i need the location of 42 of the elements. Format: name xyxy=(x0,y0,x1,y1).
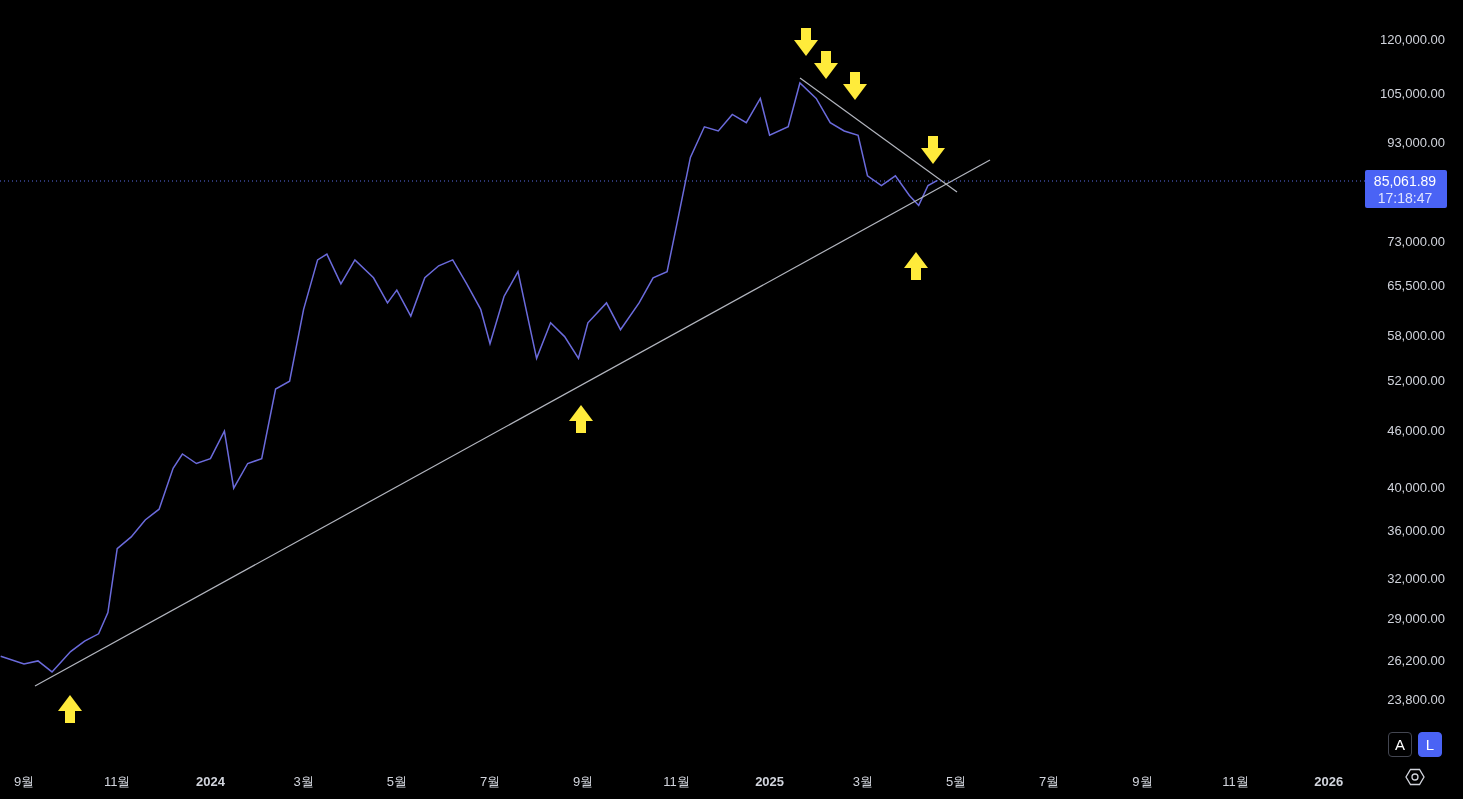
time-axis-label: 7월 xyxy=(1039,774,1060,789)
price-label: 85,061.89 xyxy=(1373,173,1437,189)
price-axis-label: 65,500.00 xyxy=(1387,278,1445,293)
price-axis-label: 73,000.00 xyxy=(1387,234,1445,249)
price-axis-label: 120,000.00 xyxy=(1379,32,1445,47)
arrow-up-icon xyxy=(569,405,593,433)
time-axis-label: 9월 xyxy=(13,774,35,789)
arrow-down-icon xyxy=(794,28,818,56)
price-axis-label: 36,000.00 xyxy=(1387,523,1445,538)
time-axis-label: 3월 xyxy=(852,774,873,789)
log-scale-button[interactable]: L xyxy=(1418,732,1442,757)
time-axis-label: 2025 xyxy=(755,774,785,789)
price-axis-label: 58,000.00 xyxy=(1387,328,1445,343)
time-axis-label: 5월 xyxy=(386,774,407,789)
time-axis-label: 2024 xyxy=(195,774,225,789)
arrow-up-icon xyxy=(58,695,82,723)
time-axis-label: 9월 xyxy=(1132,774,1153,789)
price-axis-label: 23,800.00 xyxy=(1387,692,1445,707)
price-axis-label: 32,000.00 xyxy=(1387,571,1445,586)
time-axis-label: 5월 xyxy=(945,774,967,789)
price-axis-label: 105,000.00 xyxy=(1379,86,1445,101)
price-axis-label: 46,000.00 xyxy=(1387,423,1445,438)
time-axis-label: 3월 xyxy=(293,774,314,789)
price-axis-label: 26,200.00 xyxy=(1387,653,1445,668)
arrow-up-icon xyxy=(904,252,928,280)
time-axis-label: 11월 xyxy=(103,774,131,789)
settings-icon[interactable] xyxy=(1405,767,1425,787)
price-axis-label: 93,000.00 xyxy=(1387,135,1445,150)
arrow-down-icon xyxy=(843,72,867,100)
time-axis-label: 2026 xyxy=(1314,774,1344,789)
arrow-down-icon xyxy=(921,136,945,164)
time-axis-label: 11월 xyxy=(663,774,690,789)
time-axis-label: 9월 xyxy=(573,774,594,789)
time-axis-label: 7월 xyxy=(479,774,501,789)
arrow-down-icon xyxy=(814,51,838,79)
countdown-label: 17:18:47 xyxy=(1377,190,1433,206)
price-axis-label: 40,000.00 xyxy=(1387,480,1445,495)
price-axis-label: 52,000.00 xyxy=(1387,373,1445,388)
price-axis-label: 29,000.00 xyxy=(1387,611,1445,626)
auto-scale-button[interactable]: A xyxy=(1388,732,1412,757)
time-axis-label: 11월 xyxy=(1222,774,1249,789)
trend-line[interactable] xyxy=(799,77,958,193)
